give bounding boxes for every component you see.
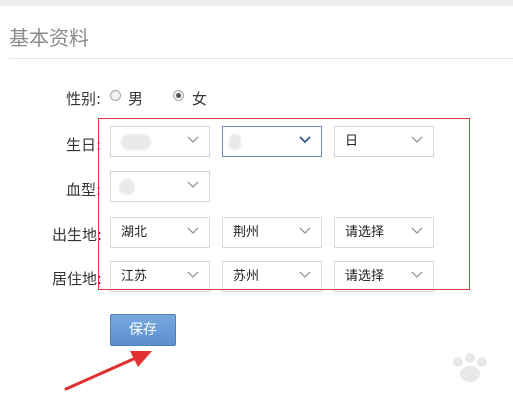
section-title: 基本资料	[9, 26, 89, 50]
gender-male-label[interactable]: 男	[128, 88, 143, 109]
annotation-highlight-box	[98, 118, 470, 290]
blood-type-label: 血型:	[66, 181, 102, 199]
gender-female-label[interactable]: 女	[192, 88, 207, 109]
watermark-logo-icon	[453, 353, 487, 382]
gender-label: 性别:	[66, 90, 102, 108]
title-divider	[9, 58, 513, 59]
save-button[interactable]: 保存	[110, 314, 176, 346]
top-border	[0, 0, 513, 6]
annotation-arrow-icon	[64, 351, 152, 391]
birthplace-label: 出生地:	[52, 226, 103, 244]
birthday-label: 生日:	[66, 136, 102, 154]
gender-female-radio[interactable]	[173, 90, 184, 101]
gender-male-radio[interactable]	[110, 90, 121, 101]
residence-label: 居住地:	[52, 270, 103, 288]
